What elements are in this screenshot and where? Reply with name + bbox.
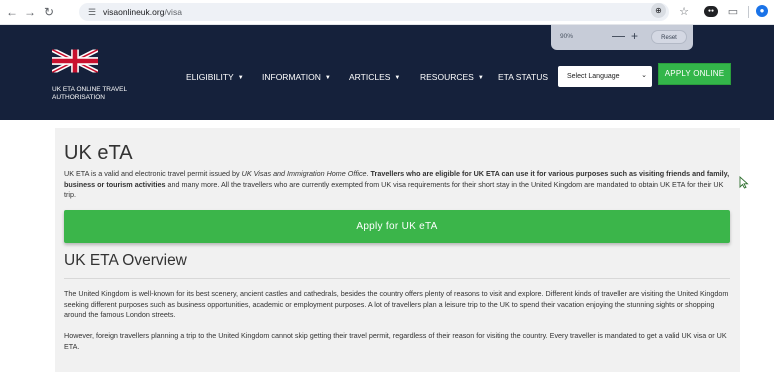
chevron-down-icon: ⌄ xyxy=(641,72,647,79)
caret-down-icon: ▼ xyxy=(477,75,484,81)
arrow-left-icon[interactable]: ← xyxy=(5,4,19,20)
toolbar-divider xyxy=(748,6,749,18)
brand-line-1: UK ETA ONLINE TRAVEL xyxy=(52,86,128,93)
brand-line-2: AUTHORISATION xyxy=(52,93,105,101)
mouse-cursor-icon xyxy=(739,176,749,189)
brand-name[interactable]: UK ETA ONLINE TRAVEL AUTHORISATION xyxy=(52,86,162,101)
language-select-value: Select Language xyxy=(567,73,620,80)
caret-down-icon: ▼ xyxy=(237,75,244,81)
site-header: UK ETA ONLINE TRAVEL AUTHORISATION ELIGI… xyxy=(0,25,774,120)
zoom-popup: 90% — + Reset xyxy=(551,25,693,50)
overview-paragraph-1: The United Kingdom is well-known for its… xyxy=(64,289,729,319)
puzzle-icon[interactable]: ▭ xyxy=(725,4,741,20)
reload-icon[interactable]: ↻ xyxy=(42,4,56,20)
nav-information[interactable]: INFORMATION ▼ xyxy=(262,72,331,84)
nav-resources[interactable]: RESOURCES ▼ xyxy=(420,72,484,84)
zoom-level: 90% xyxy=(560,33,574,40)
section-divider xyxy=(64,278,730,279)
zoom-icon[interactable]: ⊕ xyxy=(651,3,666,18)
nav-articles[interactable]: ARTICLES ▼ xyxy=(349,72,400,84)
uk-flag-icon[interactable] xyxy=(52,49,98,73)
extension-icon[interactable]: ●● xyxy=(704,6,718,17)
profile-icon[interactable]: ● xyxy=(756,5,768,17)
address-bar[interactable]: ☰ visaonlineuk.org/visa xyxy=(79,3,669,21)
intro-paragraph: UK ETA is a valid and electronic travel … xyxy=(64,169,730,199)
tune-icon[interactable]: ☰ xyxy=(86,6,98,18)
zoom-out-button[interactable]: — xyxy=(612,28,625,44)
overview-heading: UK ETA Overview xyxy=(64,252,187,269)
zoom-in-button[interactable]: + xyxy=(631,28,638,44)
browser-toolbar: ← → ↻ ☰ visaonlineuk.org/visa ⊕ ☆ ●● ▭ ● xyxy=(0,0,774,25)
overview-paragraph-2: However, foreign travellers planning a t… xyxy=(64,331,727,351)
nav-eligibility[interactable]: ELIGIBILITY ▼ xyxy=(186,72,244,84)
arrow-right-icon[interactable]: → xyxy=(23,4,37,20)
zoom-reset-button[interactable]: Reset xyxy=(651,30,687,44)
page-title: UK eTA xyxy=(64,142,133,164)
caret-down-icon: ▼ xyxy=(394,75,401,81)
language-select[interactable]: Select Language ⌄ xyxy=(558,66,652,87)
apply-uk-eta-button[interactable]: Apply for UK eTA xyxy=(64,210,730,243)
star-icon[interactable]: ☆ xyxy=(676,4,692,20)
caret-down-icon: ▼ xyxy=(324,75,331,81)
nav-eta-status[interactable]: ETA STATUS xyxy=(498,72,548,82)
apply-online-button[interactable]: APPLY ONLINE xyxy=(658,63,731,85)
url-text[interactable]: visaonlineuk.org/visa xyxy=(103,6,182,18)
